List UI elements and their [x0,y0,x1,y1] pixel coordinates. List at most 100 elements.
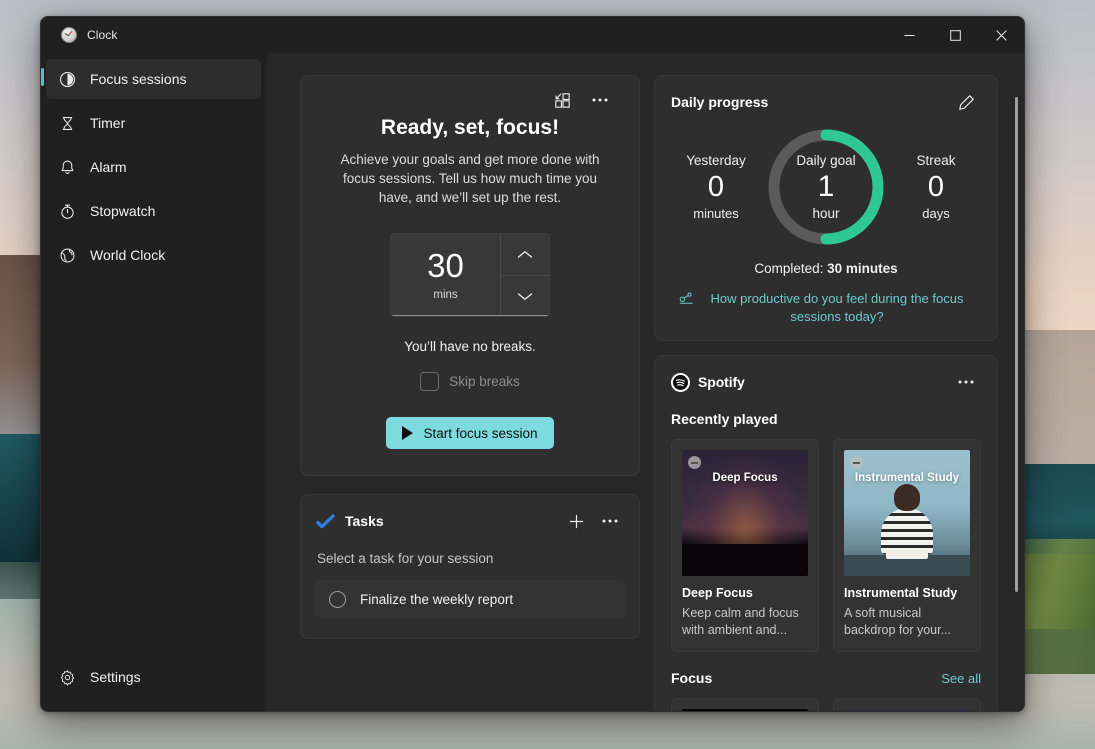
yesterday-stat: Yesterday 0 minutes [677,153,755,220]
tasks-actions [561,507,625,535]
tasks-header: Tasks [315,507,625,535]
plus-icon[interactable] [561,507,591,535]
yesterday-value: 0 [707,171,725,204]
duration-value: 30 [427,247,464,285]
survey-icon [679,291,694,310]
sidebar-item-label: Stopwatch [90,203,156,219]
sidebar-item-label: Alarm [90,159,127,175]
more-options-icon[interactable] [951,368,981,396]
spotify-name: Spotify [698,374,745,391]
clock-icon [61,27,77,43]
window-titlebar: Clock [41,17,1024,53]
streak-value: 0 [927,171,945,204]
more-options-icon[interactable] [595,507,625,535]
duration-value-area[interactable]: 30 mins [391,234,501,317]
productivity-survey-link[interactable]: How productive do you feel during the fo… [701,290,973,326]
breaks-info-text: You’ll have no breaks. [404,339,536,355]
chevron-up-icon[interactable] [501,234,549,276]
duration-unit: mins [433,289,458,302]
sidebar-settings-row: Settings [41,655,266,711]
skip-breaks-checkbox[interactable] [420,372,440,392]
sidebar-item-label: Focus sessions [90,71,187,87]
tasks-card: Tasks Select a task for your session Fin… [300,494,640,640]
completed-label: Completed: [754,261,828,276]
focus-session-card: Ready, set, focus! Achieve your goals an… [300,75,640,477]
productivity-survey-row[interactable]: How productive do you feel during the fo… [671,290,981,326]
play-icon [402,426,414,441]
playlist-tile-deep-focus[interactable]: Deep Focus Deep Focus Keep calm and focu… [671,439,819,653]
left-column: Ready, set, focus! Achieve your goals an… [300,75,640,640]
daily-goal-unit: hour [812,206,840,222]
daily-goal-value: 1 [817,169,835,203]
focus-duration-spinner[interactable]: 30 mins [390,233,550,318]
minus-badge-icon [688,456,701,470]
tasks-title: Tasks [345,513,384,530]
task-complete-circle-icon[interactable] [329,590,346,608]
playlist-tile-instrumental-study[interactable]: Instrumental Study Instrumental Study A … [833,439,981,653]
recently-played-title: Recently played [671,411,778,428]
yesterday-label: Yesterday [686,153,746,169]
skip-breaks-label: Skip breaks [449,374,520,390]
stopwatch-icon [58,202,76,220]
sidebar-item-timer[interactable]: Timer [46,103,261,143]
skip-breaks-row[interactable]: Skip breaks [325,372,615,392]
window-title: Clock [87,28,118,42]
playlist-tile-coding[interactable]: Coding [671,698,819,711]
sidebar-item-stopwatch[interactable]: Stopwatch [46,191,261,231]
daily-progress-header: Daily progress [671,88,981,116]
window-controls [886,17,1024,53]
window-body: Focus sessions Timer Alarm Stopwatch Wor… [41,53,1024,711]
sidebar-item-alarm[interactable]: Alarm [46,147,261,187]
daily-goal-progress-ring: Daily goal 1 hour [763,124,889,250]
minimize-button[interactable] [886,17,932,53]
playlist-artwork: Coding [682,709,808,711]
bell-icon [58,158,76,176]
close-button[interactable] [978,17,1024,53]
sidebar-item-label: World Clock [90,247,166,263]
playlist-title: Instrumental Study [844,586,958,601]
page-title: Ready, set, focus! [380,116,560,139]
gear-icon [58,668,76,686]
start-button-wrap: Start focus session [325,417,615,450]
maximize-button[interactable] [932,17,978,53]
completed-value: 30 minutes [827,261,898,276]
content-scroll-area[interactable]: Ready, set, focus! Achieve your goals an… [266,53,1024,711]
sidebar-item-focus-sessions[interactable]: Focus sessions [41,59,261,99]
artwork-title: Instrumental Study [854,472,960,485]
spotify-icon [671,372,690,392]
start-button-label: Start focus session [423,425,538,441]
start-focus-session-button[interactable]: Start focus session [386,417,554,450]
recently-played-row: Deep Focus Deep Focus Keep calm and focu… [671,439,981,653]
sidebar-item-label: Timer [90,115,126,131]
playlist-artwork: Deep Focus [844,709,970,711]
playlist-description: Keep calm and focus with ambient and... [682,606,799,638]
spotify-header: Spotify [671,368,981,396]
sidebar-item-world-clock[interactable]: World Clock [46,235,261,275]
chevron-down-icon[interactable] [501,276,549,317]
playlist-artwork: Instrumental Study [844,450,970,577]
ring-center-text: Daily goal 1 hour [763,124,889,250]
list-item[interactable]: Finalize the weekly report [315,580,625,619]
more-options-icon[interactable] [585,86,615,114]
duration-spinner-wrap: 30 mins [325,233,615,318]
content-scrollbar[interactable] [1015,97,1018,592]
navigation-sidebar: Focus sessions Timer Alarm Stopwatch Wor… [41,53,266,711]
clock-app-window: Clock Focus sessions Timer Alarm Stopwat… [40,16,1025,712]
pencil-icon[interactable] [951,88,981,116]
spinner-buttons [501,234,549,316]
compact-overlay-icon[interactable] [547,86,577,114]
sidebar-item-label: Settings [90,669,141,685]
focus-description: Achieve your goals and get more done wit… [340,152,600,206]
task-label: Finalize the weekly report [360,591,514,607]
focus-card-toolbar [325,86,615,114]
see-all-link[interactable]: See all [941,671,981,686]
streak-unit: days [922,205,950,221]
sidebar-item-settings[interactable]: Settings [46,657,261,697]
playlist-artwork: Deep Focus [682,450,808,577]
right-column: Daily progress Yesterday 0 minutes Daily… [654,75,998,711]
artwork-title: Deep Focus [712,472,778,485]
nav-list: Focus sessions Timer Alarm Stopwatch Wor… [41,57,266,279]
daily-goal-label: Daily goal [796,152,856,168]
playlist-tile-deep-focus-2[interactable]: Deep Focus [833,698,981,711]
daily-progress-title: Daily progress [671,94,769,110]
